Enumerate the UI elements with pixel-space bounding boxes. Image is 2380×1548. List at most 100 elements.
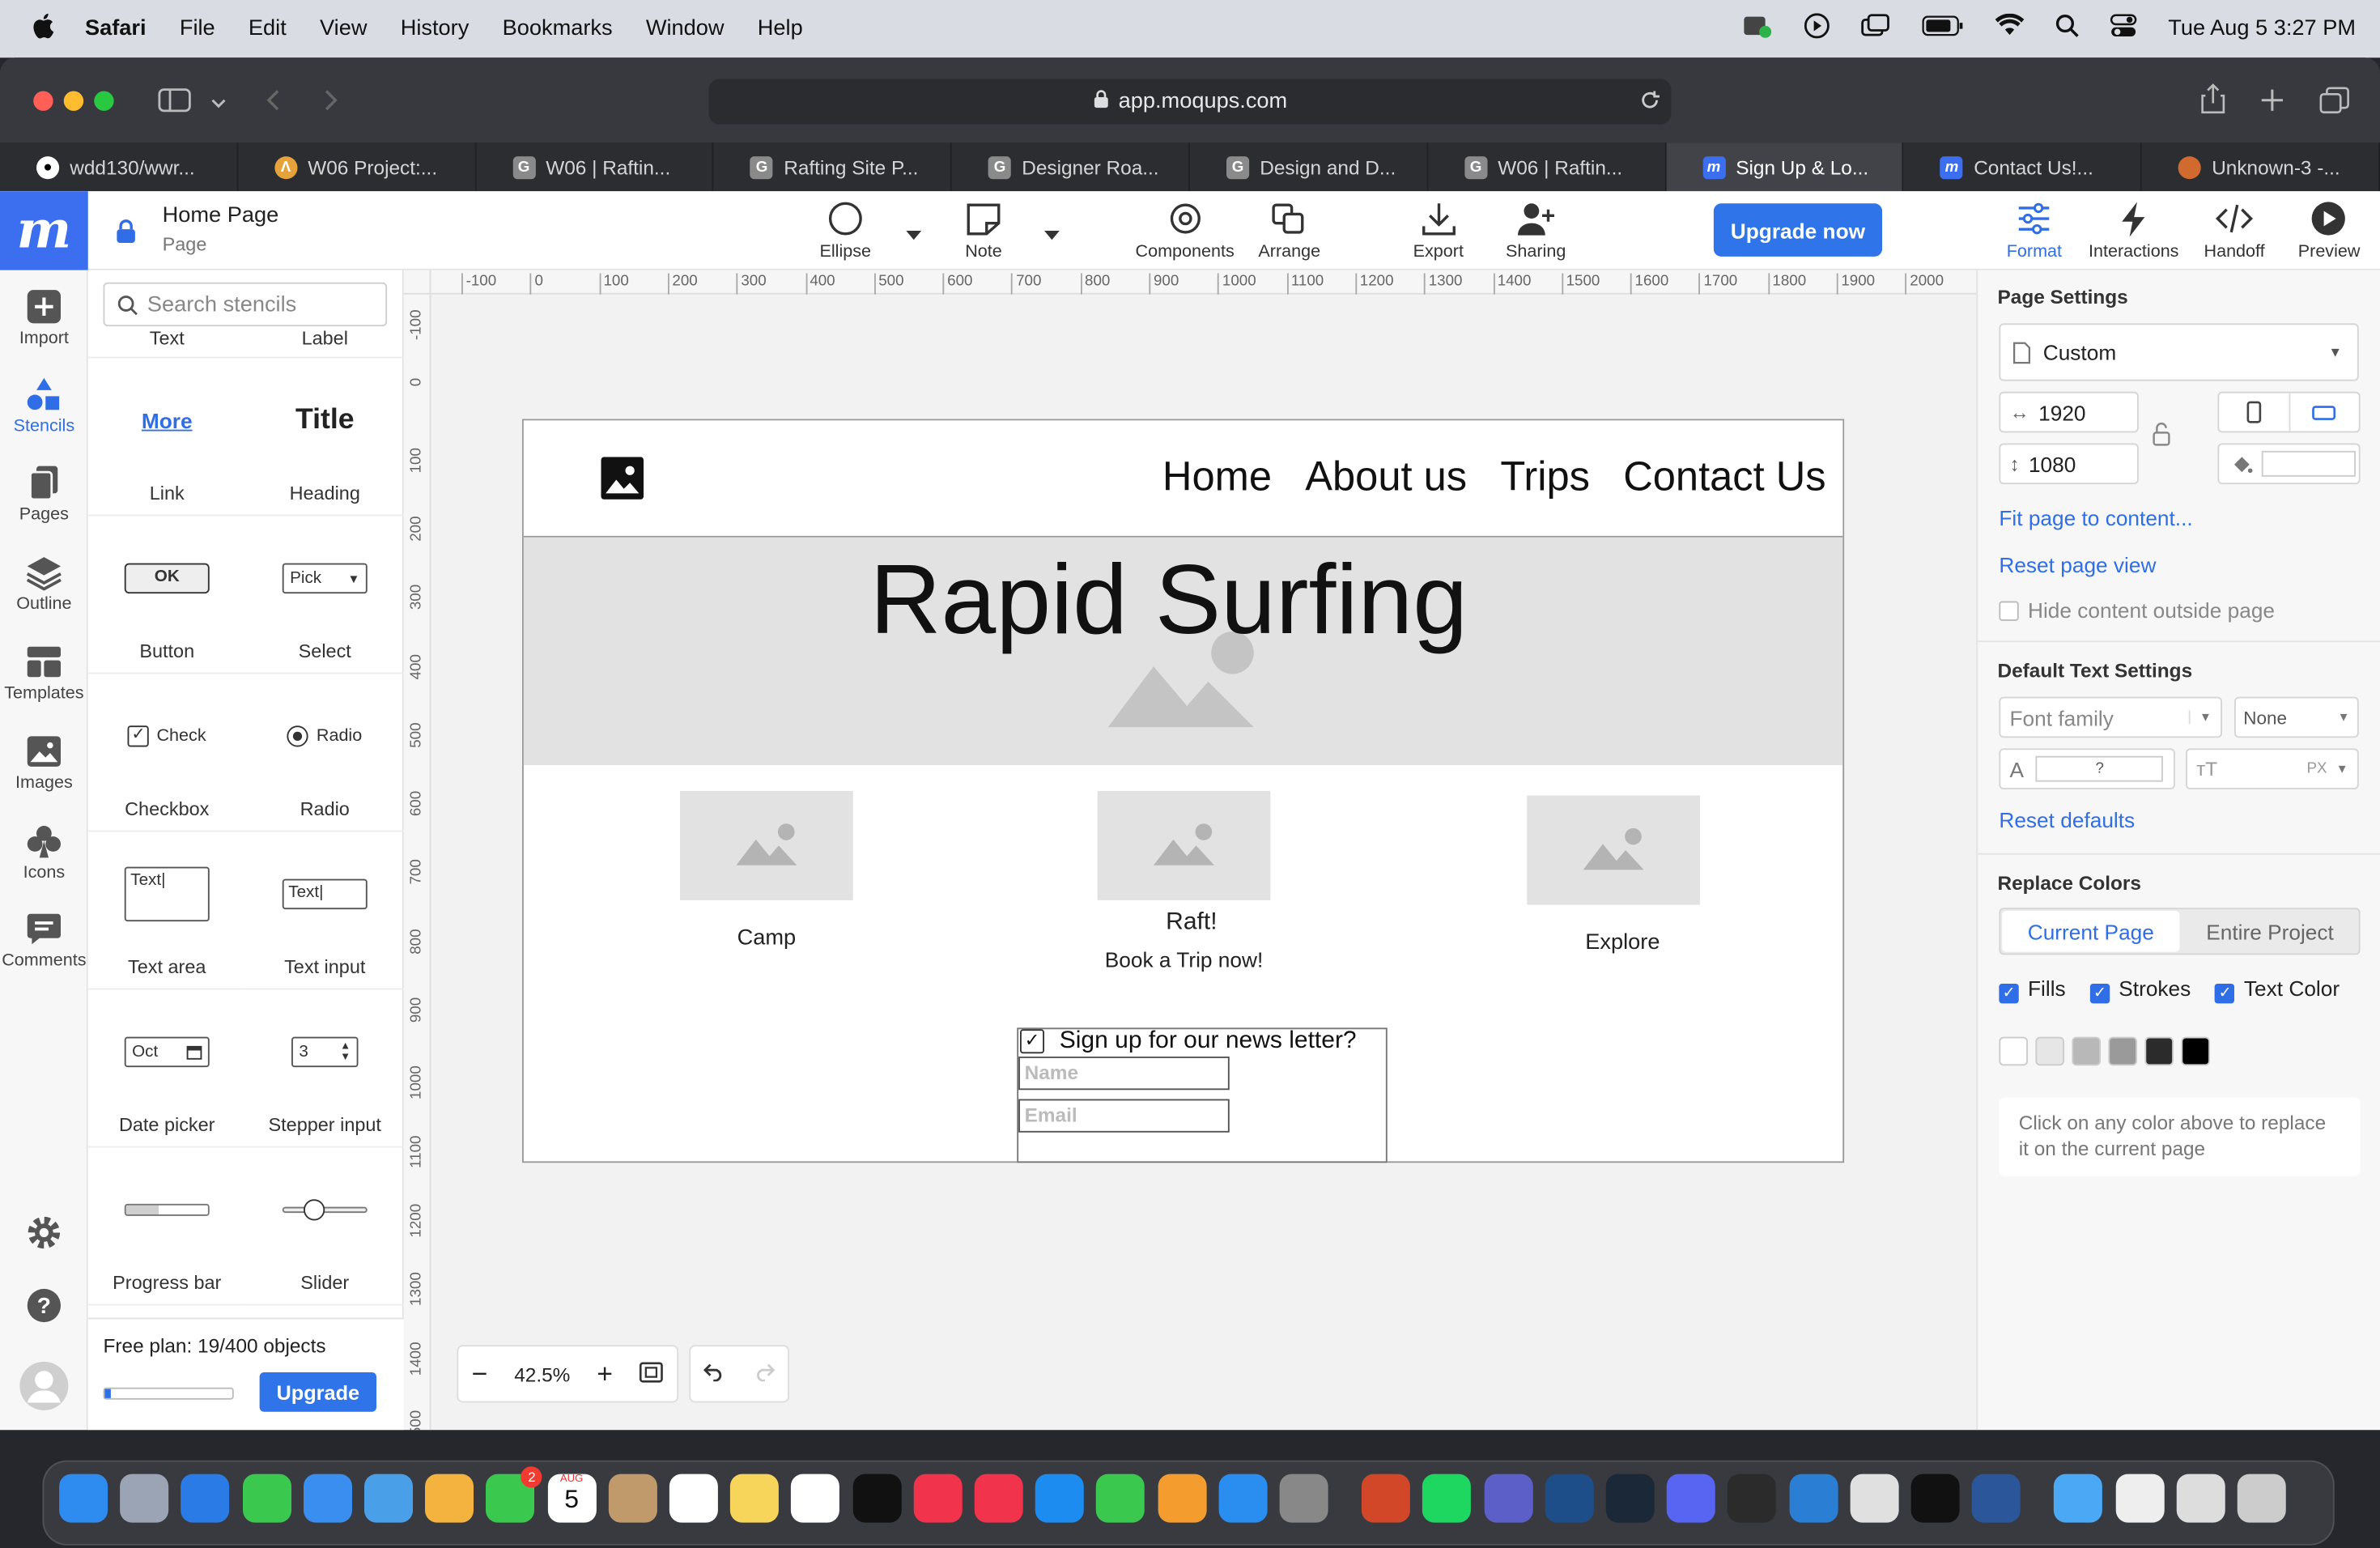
upgrade-button[interactable]: Upgrade <box>259 1372 376 1412</box>
stencil-stepper-input[interactable]: 3 ▲ ▼ Stepper input <box>245 990 404 1148</box>
browser-tab[interactable]: G Designer Roa... <box>952 142 1190 192</box>
font-family-select[interactable]: Font family ▼ <box>1999 696 2222 738</box>
color-swatch[interactable] <box>2108 1036 2137 1066</box>
stencil-select[interactable]: Pick ▼ Select <box>245 517 404 674</box>
minimize-window-button[interactable] <box>63 91 84 111</box>
zoom-in-button[interactable]: + <box>597 1358 613 1389</box>
hide-outside-option[interactable]: Hide content outside page <box>1999 598 2275 623</box>
stencil-slider[interactable]: Slider <box>245 1148 404 1306</box>
color-swatch[interactable] <box>1999 1036 2028 1066</box>
new-tab-icon[interactable] <box>2260 88 2284 120</box>
browser-tab[interactable]: Ʌ W06 Project:... <box>238 142 476 192</box>
text-color-option[interactable]: ✓ Text Color <box>2215 976 2340 1004</box>
upgrade-now-button[interactable]: Upgrade now <box>1713 203 1882 257</box>
page-height-input[interactable]: ↕ 1080 <box>1999 443 2139 485</box>
aspect-lock-icon[interactable] <box>2151 422 2172 451</box>
zoom-out-button[interactable]: − <box>472 1358 488 1389</box>
battery-icon[interactable] <box>1922 15 1965 43</box>
play-icon[interactable] <box>1804 12 1831 45</box>
tab-overview-icon[interactable] <box>2319 87 2350 121</box>
font-style-select[interactable]: None ▼ <box>2234 696 2359 738</box>
mockup-nav-about[interactable]: About us <box>1305 454 1467 501</box>
menu-history[interactable]: History <box>401 17 470 41</box>
hero-title[interactable]: Rapid Surfing <box>524 542 1814 656</box>
back-icon[interactable] <box>264 88 283 120</box>
stencil-heading[interactable]: Title Heading <box>245 359 404 517</box>
page-fill-color[interactable] <box>2217 443 2361 485</box>
stencil-progress-bar[interactable]: Progress bar <box>87 1148 246 1306</box>
interactions-tab[interactable]: Interactions <box>2089 201 2178 262</box>
landscape-orientation-button[interactable] <box>2289 393 2358 432</box>
note-tool[interactable]: Note <box>964 201 1004 262</box>
help-icon[interactable]: ? <box>26 1287 62 1331</box>
handoff-tab[interactable]: Handoff <box>2204 201 2265 262</box>
dock-app-tv-icon[interactable] <box>852 1474 901 1523</box>
rail-images[interactable]: Images <box>0 734 88 793</box>
fit-screen-icon[interactable] <box>640 1361 664 1387</box>
browser-tab-active[interactable]: m Sign Up & Lo... <box>1665 142 1904 192</box>
dock-app-pages-icon[interactable] <box>1157 1474 1206 1523</box>
name-input[interactable]: Name <box>1018 1057 1230 1091</box>
mockup-nav-home[interactable]: Home <box>1162 454 1272 501</box>
newsletter-checkbox[interactable]: ✓ <box>1020 1029 1044 1054</box>
stencil-link[interactable]: More Link <box>87 359 246 517</box>
zoom-window-button[interactable] <box>94 91 114 111</box>
scope-entire-project[interactable]: Entire Project <box>2181 909 2358 953</box>
menu-edit[interactable]: Edit <box>249 17 287 41</box>
dock-app-freeform-icon[interactable] <box>791 1474 840 1523</box>
components-tool[interactable]: Components <box>1136 201 1235 262</box>
forward-icon[interactable] <box>322 88 341 120</box>
card-image-raft[interactable] <box>1097 790 1271 900</box>
dock-app-finder-icon[interactable] <box>59 1474 108 1523</box>
rail-import[interactable]: Import <box>0 288 88 347</box>
zoom-level[interactable]: 42.5% <box>514 1363 570 1385</box>
export-tool[interactable]: Export <box>1413 201 1464 262</box>
dock-app-trash-icon[interactable] <box>2237 1474 2286 1523</box>
rail-icons[interactable]: Icons <box>0 823 88 882</box>
dock-app-notes-icon[interactable] <box>730 1474 780 1523</box>
ellipse-tool[interactable]: Ellipse <box>820 201 871 262</box>
menu-help[interactable]: Help <box>758 17 803 41</box>
control-center-icon[interactable] <box>2110 14 2138 45</box>
rail-comments[interactable]: Comments <box>0 911 88 970</box>
dock-app-reminders-icon[interactable] <box>669 1474 718 1523</box>
spotlight-search-icon[interactable] <box>2055 14 2080 45</box>
newsletter-form[interactable]: ✓ Sign up for our news letter? Name Emai… <box>1017 1027 1388 1163</box>
arrange-tool[interactable]: Arrange <box>1258 201 1320 262</box>
reset-page-view-link[interactable]: Reset page view <box>1999 553 2156 577</box>
address-bar[interactable]: app.moqups.com <box>708 79 1672 125</box>
browser-tab[interactable]: ● wdd130/wwr... <box>0 142 238 192</box>
dock-app-messages-icon[interactable] <box>242 1474 291 1523</box>
rail-outline[interactable]: Outline <box>0 554 88 614</box>
font-size-input[interactable]: ᴛT PX ▼ <box>2186 748 2359 789</box>
chevron-down-icon[interactable] <box>210 91 228 119</box>
rail-stencils[interactable]: Stencils <box>0 376 88 436</box>
browser-tab[interactable]: G W06 | Raftin... <box>476 142 714 192</box>
dock-app-system-settings-icon[interactable] <box>1279 1474 1328 1523</box>
mockup-page[interactable]: Home About us Trips Contact Us Rapid Sur… <box>522 419 1845 1163</box>
dock-app-document-icon[interactable] <box>2114 1474 2164 1523</box>
menu-bookmarks[interactable]: Bookmarks <box>503 17 613 41</box>
card-title-camp[interactable]: Camp <box>680 926 853 950</box>
menu-app-name[interactable]: Safari <box>85 17 147 41</box>
dock-app-news-icon[interactable] <box>974 1474 1023 1523</box>
dock-app-spotify-icon[interactable] <box>1422 1474 1472 1523</box>
color-swatch[interactable] <box>2035 1036 2064 1066</box>
dock-app-keynote-icon[interactable] <box>1035 1474 1085 1523</box>
dock-app-cisco-icon[interactable] <box>1545 1474 1594 1523</box>
stencil-radio[interactable]: Radio Radio <box>245 674 404 832</box>
dock-app-discord-icon[interactable] <box>1667 1474 1716 1523</box>
wifi-icon[interactable] <box>1995 13 2025 45</box>
page-size-preset-select[interactable]: Custom ▼ <box>1999 323 2359 381</box>
user-avatar[interactable] <box>19 1360 70 1419</box>
card-title-explore[interactable]: Explore <box>1527 930 1718 955</box>
mockup-nav-contact[interactable]: Contact Us <box>1623 454 1825 501</box>
dock-app-calendar-icon[interactable]: AUG 5 <box>547 1474 597 1523</box>
dock-app-numbers-icon[interactable] <box>1096 1474 1145 1523</box>
dock-app-pen-icon[interactable] <box>1728 1474 1777 1523</box>
caret-down-icon[interactable] <box>905 222 924 249</box>
redo-icon[interactable] <box>751 1359 776 1389</box>
dock-app-powerpoint-icon[interactable] <box>1362 1474 1411 1523</box>
menu-file[interactable]: File <box>180 17 215 41</box>
menu-view[interactable]: View <box>320 17 367 41</box>
